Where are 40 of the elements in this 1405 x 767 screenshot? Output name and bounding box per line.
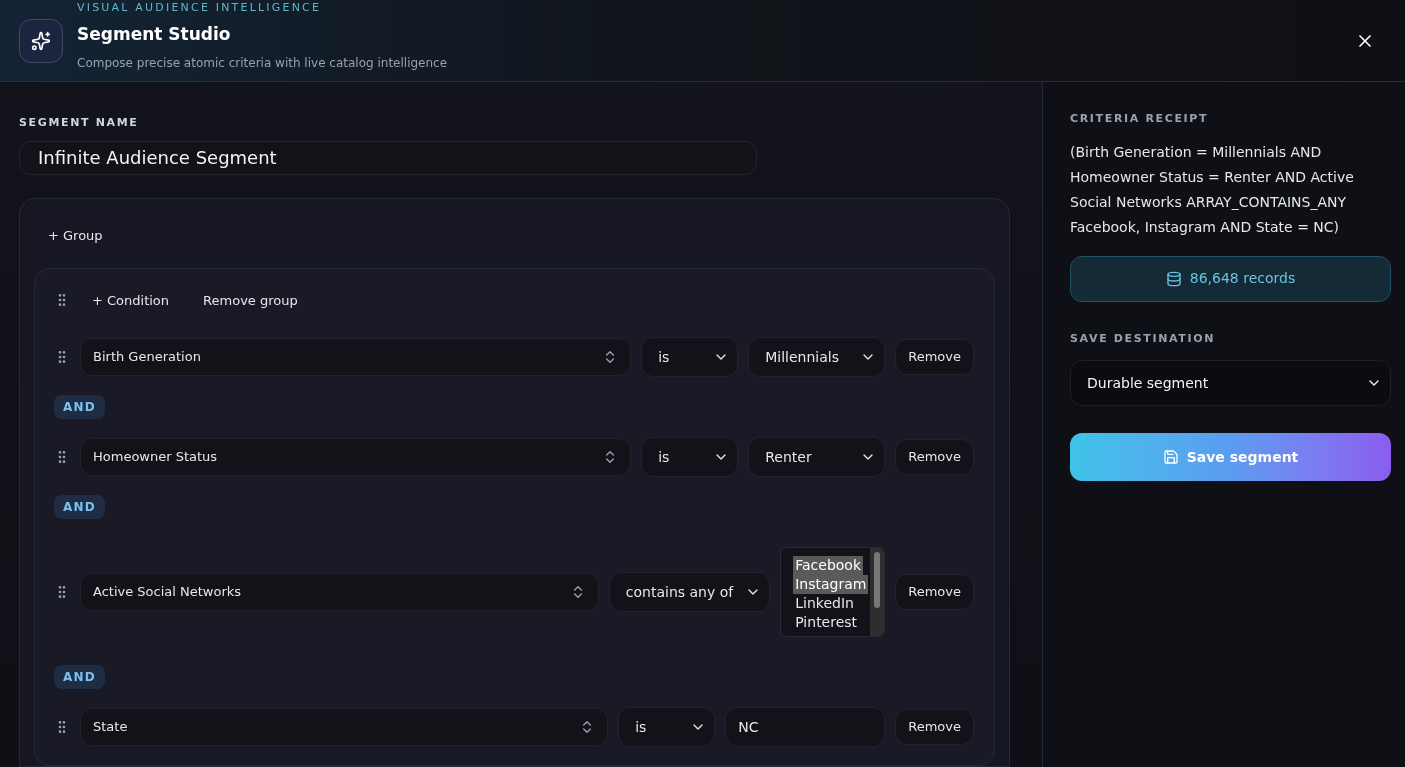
and-connector: AND (54, 665, 105, 689)
value-listbox[interactable]: Facebook Instagram LinkedIn Pinterest (780, 547, 886, 637)
and-connector: AND (54, 395, 105, 419)
database-icon (1165, 270, 1182, 287)
page-title: Segment Studio (77, 23, 232, 46)
remove-button[interactable]: Remove (895, 574, 974, 610)
scrollbar[interactable] (870, 548, 885, 636)
add-group-button[interactable]: + Group (48, 225, 103, 245)
receipt-label: CRITERIA RECEIPT (1070, 111, 1210, 127)
remove-button[interactable]: Remove (895, 709, 974, 745)
remove-button[interactable]: Remove (895, 439, 974, 475)
operator-select[interactable]: is (641, 437, 739, 477)
sparkle-icon (31, 30, 51, 51)
destination-select[interactable]: Durable segment (1070, 360, 1391, 406)
value-select[interactable]: Millennials (748, 337, 886, 377)
field-select[interactable]: State (80, 708, 609, 746)
save-icon (1162, 449, 1179, 465)
remove-button[interactable]: Remove (895, 339, 974, 375)
field-select[interactable]: Active Social Networks (80, 573, 599, 611)
segment-name-input[interactable]: Infinite Audience Segment (19, 140, 757, 175)
listbox-option[interactable]: Pinterest (793, 613, 860, 632)
add-condition-button[interactable]: + Condition (92, 290, 170, 310)
field-select[interactable]: Homeowner Status (80, 438, 632, 476)
operator-select[interactable]: contains any of (608, 572, 771, 612)
record-count: 86,648 records (1070, 255, 1391, 302)
remove-group-button[interactable]: Remove group (203, 290, 298, 310)
value-input[interactable]: NC (725, 707, 886, 747)
listbox-option[interactable]: Facebook (793, 556, 864, 575)
receipt-text: (Birth Generation = Millennials AND Homeowner Status = Renter AND Active Social Networks ARRAY_CONTAINS_ANY Facebook, Instagram AND State = NC) (1070, 142, 1355, 237)
value-select[interactable]: Renter (748, 437, 886, 477)
save-destination-label: SAVE DESTINATION (1070, 330, 1217, 347)
listbox-option[interactable]: Instagram (793, 575, 869, 594)
operator-select[interactable]: is (618, 707, 716, 747)
listbox-option[interactable]: LinkedIn (793, 594, 856, 613)
field-select[interactable]: Birth Generation (80, 338, 632, 376)
segment-name-label: SEGMENT NAME (19, 115, 140, 131)
operator-select[interactable]: is (641, 337, 739, 377)
and-connector: AND (54, 495, 105, 519)
page-subtitle: Compose precise atomic criteria with live catalog intelligence (77, 54, 448, 72)
eyebrow-text: VISUAL AUDIENCE INTELLIGENCE (77, 0, 323, 16)
